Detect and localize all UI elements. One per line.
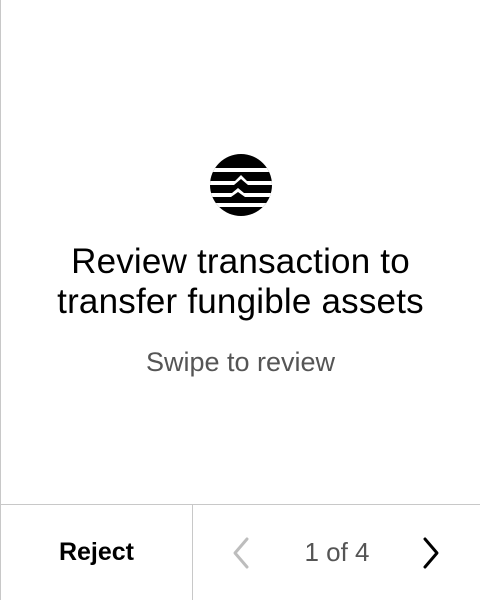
footer-bar: Reject 1 of 4 [1,504,480,600]
title-line-2: transfer fungible assets [57,282,424,321]
aptos-logo-icon [210,154,272,216]
swipe-hint: Swipe to review [145,347,336,377]
reject-button[interactable]: Reject [1,505,193,600]
page-navigation: 1 of 4 [193,505,480,600]
next-page-button[interactable] [415,533,445,573]
review-screen: Review transaction to transfer fungible … [0,0,480,600]
chevron-left-icon [227,537,257,576]
previous-page-button[interactable] [227,533,257,573]
page-indicator: 1 of 4 [304,537,370,567]
page-title: Review transaction to transfer fungible … [1,242,480,322]
title-line-1: Review transaction to [71,242,410,281]
review-content: Review transaction to transfer fungible … [1,0,480,504]
chevron-right-icon [415,537,445,576]
